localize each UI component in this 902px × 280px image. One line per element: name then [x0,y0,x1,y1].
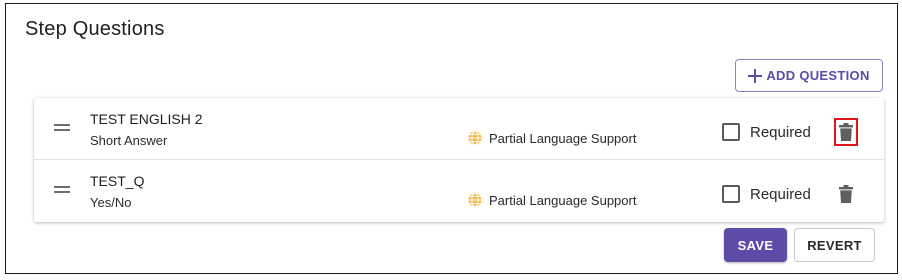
required-checkbox[interactable]: Required [722,185,811,203]
language-support-label: Partial Language Support [489,192,637,208]
add-question-button[interactable]: ADD QUESTION [735,59,883,92]
checkbox[interactable] [722,123,740,141]
delete-question-button[interactable] [834,118,858,146]
globe-icon [467,192,483,208]
required-checkbox[interactable]: Required [722,123,811,141]
trash-icon [839,123,853,141]
panel-title: Step Questions [25,18,165,40]
drag-handle-icon[interactable] [54,186,70,193]
question-type: Short Answer [90,133,168,148]
checkbox[interactable] [722,185,740,203]
question-row: TEST ENGLISH 2 Short Answer Partial Lang… [34,98,884,160]
delete-question-button[interactable] [834,180,858,208]
revert-button[interactable]: REVERT [794,228,875,262]
required-label: Required [750,123,811,141]
plus-icon [748,68,763,83]
required-label: Required [750,185,811,203]
add-question-label: ADD QUESTION [766,68,870,83]
language-support-label: Partial Language Support [489,130,637,146]
question-name: TEST ENGLISH 2 [90,111,203,127]
question-name: TEST_Q [90,173,145,189]
questions-list: TEST ENGLISH 2 Short Answer Partial Lang… [34,98,884,222]
language-support: Partial Language Support [466,191,636,209]
step-questions-panel: Step Questions ADD QUESTION TEST ENGLISH… [5,3,898,274]
trash-icon [839,185,853,203]
language-support: Partial Language Support [466,129,636,147]
save-button[interactable]: SAVE [724,228,787,262]
globe-icon [467,130,483,146]
question-row: TEST_Q Yes/No Partial Language Support R… [34,160,884,221]
question-type: Yes/No [90,195,132,210]
drag-handle-icon[interactable] [54,124,70,131]
